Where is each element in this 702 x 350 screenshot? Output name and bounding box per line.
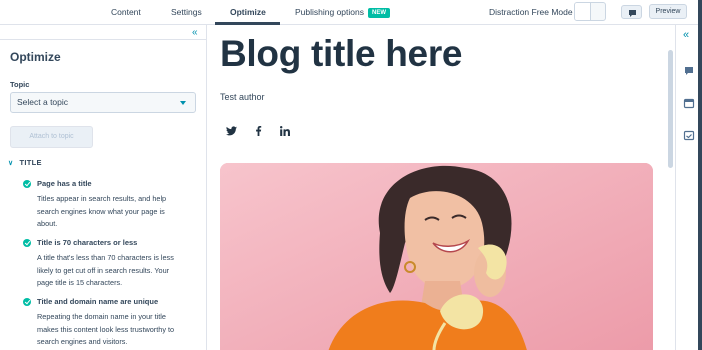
- comments-button[interactable]: [621, 5, 642, 19]
- chevron-down-icon: ∨: [8, 160, 14, 167]
- calendar-check-icon[interactable]: [683, 129, 695, 141]
- comment-icon: [629, 10, 636, 17]
- desc-line: search engines know what your page is: [37, 206, 165, 216]
- blog-title[interactable]: Blog title here: [220, 33, 463, 75]
- section-title: TITLE: [19, 158, 42, 167]
- check-circle-icon: [23, 180, 31, 188]
- collapse-right-icon[interactable]: «: [683, 29, 689, 41]
- topic-select[interactable]: Select a topic: [10, 92, 196, 113]
- toggle-knob: [575, 3, 591, 20]
- check-item-description: Titles appear in search results, and hel…: [37, 193, 197, 231]
- editor-scrollbar-thumb[interactable]: [668, 50, 673, 168]
- tab-publishing-options-label: Publishing options: [295, 7, 364, 17]
- new-badge: NEW: [368, 8, 390, 18]
- panel-title: Optimize: [10, 50, 61, 64]
- desc-line: likely to get cut off in search results.…: [37, 265, 170, 275]
- author-name[interactable]: Test author: [220, 92, 265, 102]
- attach-to-topic-button[interactable]: Attach to topic: [10, 126, 93, 148]
- tab-content[interactable]: Content: [111, 0, 141, 25]
- featured-image[interactable]: [220, 163, 653, 350]
- distraction-free-label: Distraction Free Mode: [489, 7, 573, 17]
- check-item-description: Repeating the domain name in your title …: [37, 311, 197, 349]
- tab-settings[interactable]: Settings: [171, 0, 202, 25]
- tab-publishing-options[interactable]: Publishing options NEW: [295, 0, 390, 25]
- check-item-title: Page has a title: [37, 179, 92, 188]
- distraction-free-toggle[interactable]: [574, 2, 606, 21]
- check-circle-icon: [23, 239, 31, 247]
- linkedin-icon[interactable]: [280, 126, 290, 138]
- comment-icon[interactable]: [683, 65, 695, 77]
- divider: [0, 39, 206, 40]
- chevron-down-icon: [180, 101, 186, 105]
- post-editor-canvas: Blog title here Test author: [207, 25, 667, 350]
- preview-button[interactable]: Preview: [649, 4, 687, 19]
- desc-line: makes this content look less trustworthy…: [37, 324, 175, 334]
- check-circle-icon: [23, 298, 31, 306]
- desc-line: page title is 15 characters.: [37, 278, 123, 288]
- optimize-panel: « Optimize Topic Select a topic Attach t…: [0, 25, 207, 350]
- desc-line: A title that's less than 70 characters i…: [37, 253, 174, 262]
- collapse-left-icon[interactable]: «: [192, 27, 198, 38]
- facebook-icon[interactable]: [255, 126, 262, 138]
- check-item-title: Title is 70 characters or less: [37, 238, 138, 247]
- desc-line: Repeating the domain name in your title: [37, 312, 166, 321]
- check-item-title: Title and domain name are unique: [37, 297, 159, 306]
- window-edge: [698, 0, 702, 350]
- desc-line: about.: [37, 219, 58, 229]
- topic-select-value: Select a topic: [17, 97, 69, 107]
- topic-label: Topic: [10, 80, 30, 89]
- twitter-icon[interactable]: [226, 126, 237, 138]
- calendar-icon[interactable]: [683, 97, 695, 109]
- desc-line: search engines and visitors.: [37, 337, 128, 347]
- editor-top-bar: Content Settings Optimize Publishing opt…: [0, 0, 702, 25]
- check-item-description: A title that's less than 70 characters i…: [37, 252, 197, 290]
- featured-image-illustration: [220, 163, 653, 350]
- title-section-toggle[interactable]: ∨ TITLE: [8, 158, 42, 167]
- desc-line: Titles appear in search results, and hel…: [37, 194, 167, 203]
